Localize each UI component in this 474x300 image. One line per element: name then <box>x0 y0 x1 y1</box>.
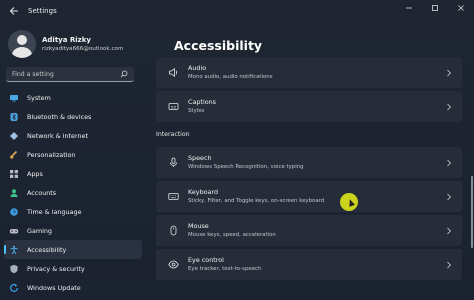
sidebar-item-apps[interactable]: Apps <box>4 164 142 183</box>
mouse-cursor-highlight <box>340 193 358 211</box>
section-label-interaction: Interaction <box>156 131 190 138</box>
sidebar-item-privacy-security[interactable]: Privacy & security <box>4 259 142 278</box>
person-icon <box>8 187 19 198</box>
sidebar-item-label: Personalization <box>27 150 76 159</box>
minimize-icon[interactable] <box>396 0 422 16</box>
bluetooth-icon <box>8 111 19 122</box>
close-icon[interactable] <box>448 0 474 16</box>
mouse-icon <box>166 224 180 238</box>
card-title: Captions <box>188 98 217 106</box>
profile-name: Aditya Rizky <box>42 36 91 44</box>
chevron-right-icon <box>442 227 456 235</box>
card-subtitle: Mouse keys, speed, acceleration <box>188 232 276 238</box>
maximize-icon[interactable] <box>422 0 448 16</box>
card-title: Keyboard <box>188 188 219 196</box>
brush-icon <box>8 149 19 160</box>
settings-window: Settings Aditya Rizky rizkyaditya666@out… <box>0 0 474 300</box>
eye-control-card[interactable]: Eye control Eye tracker, text-to-speech <box>156 249 462 280</box>
sidebar-item-gaming[interactable]: Gaming <box>4 221 142 240</box>
app-title: Settings <box>28 7 57 15</box>
sidebar-item-label: Windows Update <box>27 283 81 292</box>
card-title: Speech <box>188 154 212 162</box>
card-title: Eye control <box>188 256 224 264</box>
sidebar-item-windows-update[interactable]: Windows Update <box>4 278 142 297</box>
title-bar: Settings <box>0 0 474 22</box>
mouse-card[interactable]: Mouse Mouse keys, speed, acceleration <box>156 215 462 246</box>
user-profile[interactable]: Aditya Rizky rizkyaditya666@outlook.com <box>8 28 123 60</box>
captions-card[interactable]: Captions Styles <box>156 91 462 122</box>
chevron-right-icon <box>442 193 456 201</box>
sidebar-item-label: Bluetooth & devices <box>27 112 92 121</box>
eye-icon <box>166 258 180 272</box>
sidebar-item-label: Privacy & security <box>27 264 85 273</box>
card-subtitle: Styles <box>188 108 205 114</box>
sidebar-item-label: Network & internet <box>27 131 88 140</box>
keyboard-icon <box>166 190 180 204</box>
keyboard-card[interactable]: Keyboard Sticky, Filter, and Toggle keys… <box>156 181 462 212</box>
sidebar-item-accessibility[interactable]: Accessibility <box>4 240 142 259</box>
avatar <box>8 30 36 58</box>
microphone-icon <box>166 156 180 170</box>
search-icon[interactable] <box>117 67 131 81</box>
sidebar-item-system[interactable]: System <box>4 88 142 107</box>
sidebar-item-label: Time & language <box>27 207 82 216</box>
window-controls <box>396 0 474 16</box>
speech-card[interactable]: Speech Windows Speech Recognition, voice… <box>156 147 462 178</box>
sidebar-item-time-language[interactable]: Time & language <box>4 202 142 221</box>
sidebar-item-label: Accessibility <box>27 245 67 254</box>
network-icon <box>8 130 19 141</box>
shield-icon <box>8 263 19 274</box>
main-content: Accessibility Audio Mono audio, audio no… <box>150 22 470 300</box>
sidebar-item-accounts[interactable]: Accounts <box>4 183 142 202</box>
chevron-right-icon <box>442 103 456 111</box>
gamepad-icon <box>8 225 19 236</box>
card-subtitle: Eye tracker, text-to-speech <box>188 266 262 272</box>
card-subtitle: Sticky, Filter, and Toggle keys, on-scre… <box>188 198 325 204</box>
sidebar-item-network[interactable]: Network & internet <box>4 126 142 145</box>
sidebar-item-label: Apps <box>27 169 43 178</box>
sidebar-item-label: Accounts <box>27 188 57 197</box>
sidebar-item-label: Gaming <box>27 226 52 235</box>
apps-icon <box>8 168 19 179</box>
captions-icon <box>166 100 180 114</box>
card-title: Audio <box>188 64 207 72</box>
back-arrow-icon[interactable] <box>4 1 24 21</box>
sidebar: Aditya Rizky rizkyaditya666@outlook.com … <box>0 22 146 300</box>
audio-card[interactable]: Audio Mono audio, audio notifications <box>156 57 462 88</box>
card-subtitle: Mono audio, audio notifications <box>188 74 273 80</box>
scrollbar[interactable] <box>471 176 473 248</box>
speaker-icon <box>166 66 180 80</box>
globe-clock-icon <box>8 206 19 217</box>
sidebar-item-personalization[interactable]: Personalization <box>4 145 142 164</box>
sidebar-nav: System Bluetooth & devices Network & int… <box>4 88 142 297</box>
sidebar-item-label: System <box>27 93 51 102</box>
search-input[interactable]: Find a setting <box>6 67 134 82</box>
chevron-right-icon <box>442 69 456 77</box>
monitor-icon <box>8 92 19 103</box>
card-subtitle: Windows Speech Recognition, voice typing <box>188 164 304 170</box>
chevron-right-icon <box>442 159 456 167</box>
search-placeholder: Find a setting <box>12 70 54 78</box>
update-icon <box>8 282 19 293</box>
card-title: Mouse <box>188 222 209 230</box>
sidebar-item-bluetooth[interactable]: Bluetooth & devices <box>4 107 142 126</box>
accessibility-icon <box>8 244 19 255</box>
chevron-right-icon <box>442 261 456 269</box>
page-title: Accessibility <box>174 38 263 53</box>
profile-email: rizkyaditya666@outlook.com <box>42 46 124 52</box>
